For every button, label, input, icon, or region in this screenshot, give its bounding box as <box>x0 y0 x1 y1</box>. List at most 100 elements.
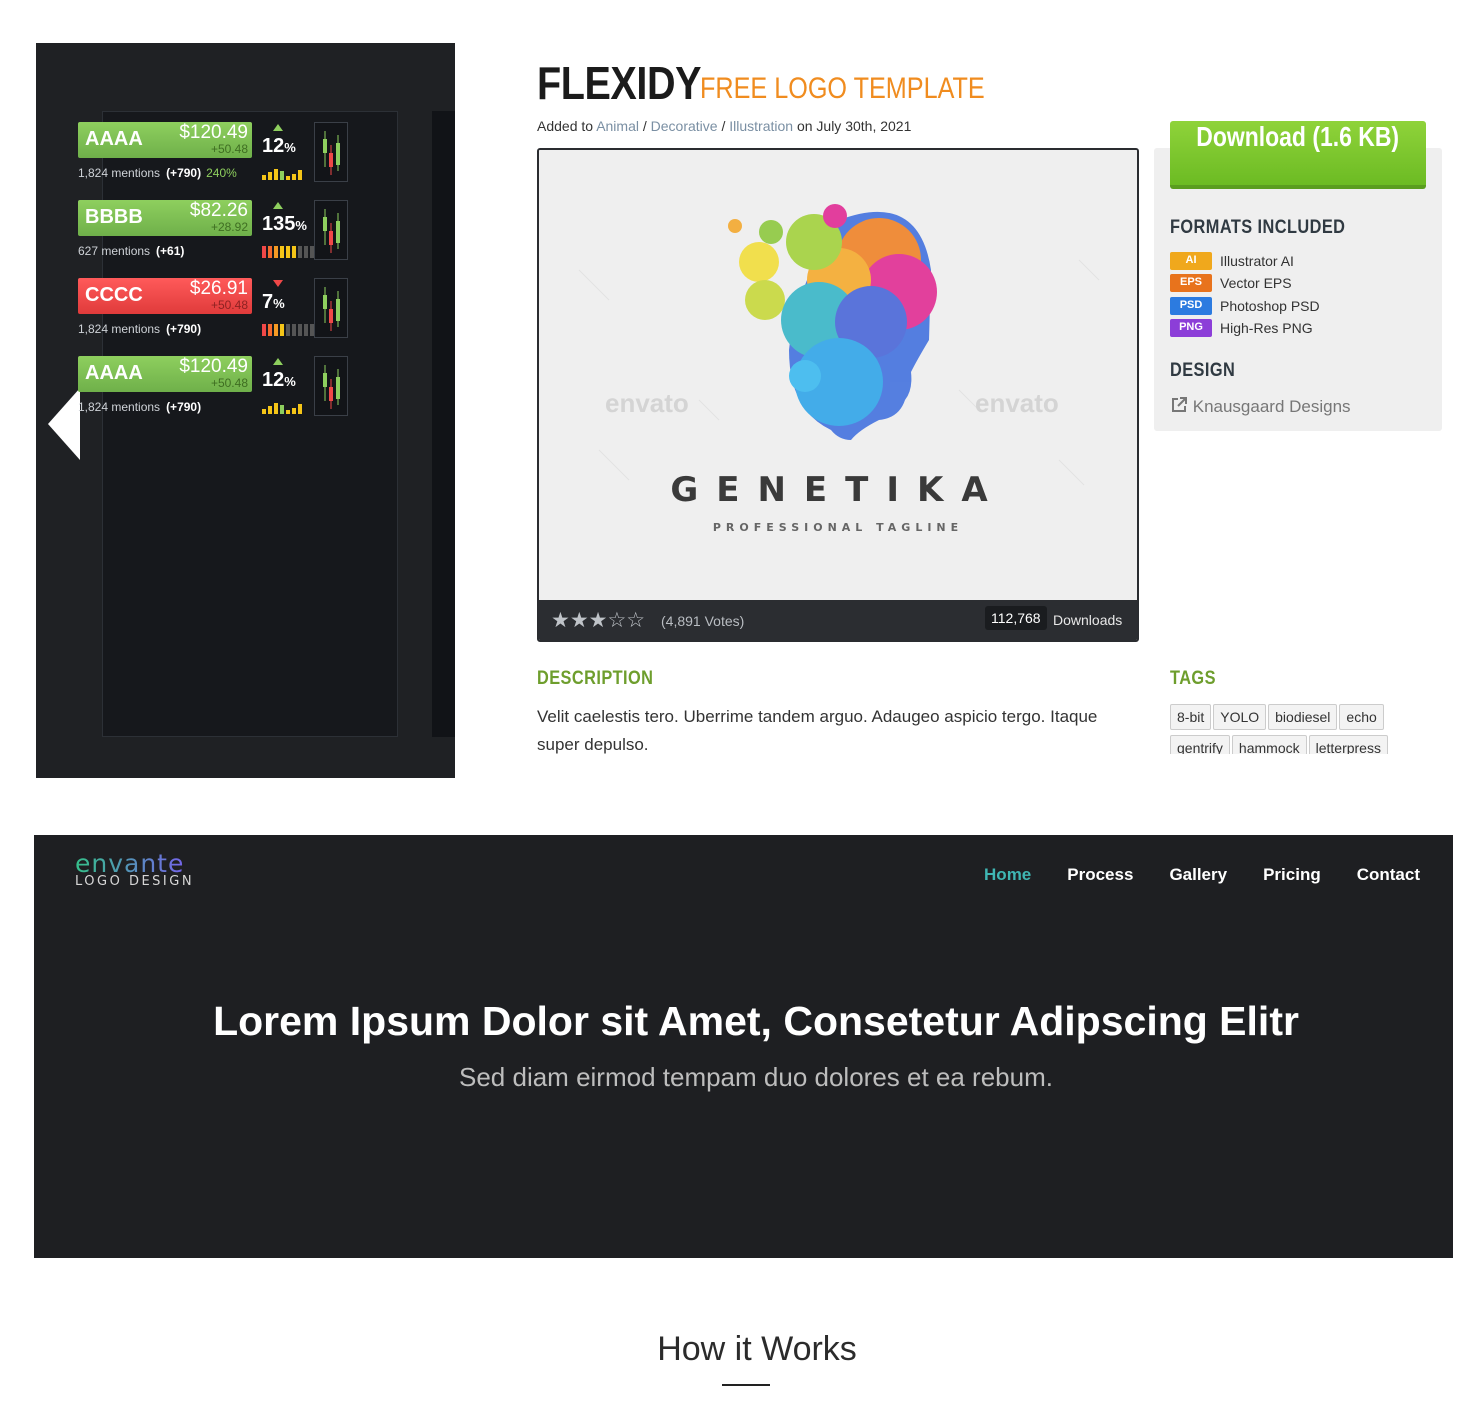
stock-row[interactable]: CCCC $26.91 +50.48 1,824 mentions (+790) 7% <box>78 278 352 344</box>
product-name: FLEXIDY <box>537 57 702 109</box>
mentions-delta: (+790) <box>166 322 202 336</box>
activity-bar <box>268 406 272 414</box>
tag-chip[interactable]: hammock <box>1231 735 1307 754</box>
nav-link-pricing[interactable]: Pricing <box>1263 865 1321 885</box>
category-link-animal[interactable]: Animal <box>596 118 639 134</box>
tag-chip[interactable]: 8-bit <box>1170 704 1212 730</box>
hero-headline: Lorem Ipsum Dolor sit Amet, Consetetur A… <box>213 998 1299 1044</box>
download-button[interactable]: Download (1.6 KB) <box>1170 121 1426 189</box>
brand-logo[interactable]: envante LOGO DESIGN <box>75 849 194 889</box>
ticker-badge[interactable]: AAAA $120.49 +50.48 <box>78 356 252 392</box>
tag-chip[interactable]: letterpress <box>1308 735 1388 754</box>
ticker-price: $120.49 <box>179 122 248 143</box>
external-link-icon <box>1172 397 1187 412</box>
nav-link-contact[interactable]: Contact <box>1357 865 1420 885</box>
previous-arrow-icon[interactable] <box>48 388 80 460</box>
votes-count: (4,891 Votes) <box>661 613 745 629</box>
tag-chip[interactable]: YOLO <box>1213 704 1267 730</box>
mentions-count: 1,824 mentions <box>78 166 161 180</box>
trend-up-icon <box>273 358 283 365</box>
activity-bar <box>262 409 266 414</box>
activity-bar <box>286 246 290 258</box>
candlestick-chart-icon[interactable] <box>314 200 348 260</box>
category-link-illustration[interactable]: Illustration <box>729 118 793 134</box>
mentions-extra: 240% <box>206 166 237 180</box>
ticker-badge[interactable]: CCCC $26.91 +50.48 <box>78 278 252 314</box>
ticker-price: $82.26 <box>189 200 248 221</box>
tag-chip[interactable]: echo <box>1339 704 1384 730</box>
activity-bar <box>298 246 302 258</box>
rating-stars-icon[interactable]: ★★★☆☆ <box>551 608 645 632</box>
mentions-line: 1,824 mentions (+790) <box>78 322 206 336</box>
trend-down-icon <box>273 280 283 287</box>
activity-bar <box>280 246 284 258</box>
format-label: Illustrator AI <box>1220 252 1294 269</box>
tag-chip[interactable]: biodiesel <box>1268 704 1338 730</box>
ticker-symbol: CCCC <box>85 284 143 306</box>
designer-name: Knausgaard Designs <box>1192 397 1351 416</box>
activity-bar <box>268 172 272 180</box>
candlestick-chart-icon[interactable] <box>314 356 348 416</box>
trend-up-icon <box>273 202 283 209</box>
percent-change: 12% <box>262 135 296 157</box>
mentions-count: 627 mentions <box>78 244 151 258</box>
activity-bar <box>292 246 296 258</box>
activity-bar <box>286 410 290 414</box>
ticker-price: $26.91 <box>189 278 248 299</box>
added-date: on July 30th, 2021 <box>796 118 912 134</box>
nav-link-home[interactable]: Home <box>984 865 1031 885</box>
activity-bar <box>298 404 302 414</box>
mentions-line: 627 mentions (+61) <box>78 244 189 258</box>
design-heading: DESIGN <box>1170 360 1236 381</box>
activity-bar <box>274 169 278 180</box>
activity-bar <box>298 170 302 180</box>
activity-bar <box>292 324 296 336</box>
ticker-change: +50.48 <box>210 376 248 390</box>
format-item: EPS Vector EPS <box>1170 272 1292 292</box>
activity-bar <box>274 246 278 258</box>
activity-bar <box>292 174 296 180</box>
nav-link-gallery[interactable]: Gallery <box>1169 865 1227 885</box>
activity-bars <box>262 402 302 414</box>
mentions-delta: (+790) <box>166 400 202 414</box>
activity-bar <box>292 408 296 414</box>
ticker-badge[interactable]: BBBB $82.26 +28.92 <box>78 200 252 236</box>
added-prefix: Added to <box>537 118 594 134</box>
hero-subheadline: Sed diam eirmod tempam duo dolores et ea… <box>459 1062 1053 1092</box>
downloads-label: Downloads <box>1053 612 1123 628</box>
format-item: PSD Photoshop PSD <box>1170 295 1320 315</box>
ticker-change: +28.92 <box>210 220 248 234</box>
ticker-price: $120.49 <box>179 356 248 377</box>
format-badge-icon: AI <box>1170 251 1212 270</box>
tag-chip[interactable]: gentrify <box>1170 735 1230 754</box>
ticker-symbol: AAAA <box>85 362 143 384</box>
stock-row[interactable]: BBBB $82.26 +28.92 627 mentions (+61) 135% <box>78 200 352 266</box>
designer-link[interactable]: Knausgaard Designs <box>1170 396 1351 417</box>
category-link-decorative[interactable]: Decorative <box>651 118 718 134</box>
ticker-symbol: AAAA <box>85 128 143 150</box>
ticker-badge[interactable]: AAAA $120.49 +50.48 <box>78 122 252 158</box>
trend-up-icon <box>273 124 283 131</box>
title-underline <box>722 1384 770 1386</box>
watermark-left: envato <box>605 388 689 418</box>
activity-bar <box>286 176 290 180</box>
activity-bar <box>262 324 266 336</box>
percent-change: 135% <box>262 213 307 235</box>
preview-stats-bar: ★★★☆☆ (4,891 Votes) 112,768 Downloads <box>539 600 1137 640</box>
candlestick-chart-icon[interactable] <box>314 122 348 182</box>
product-preview[interactable]: envato envato GENETIKA PROFESSIONAL TAGL… <box>537 148 1139 642</box>
activity-bar <box>304 324 308 336</box>
how-it-works-title: How it Works <box>657 1330 857 1368</box>
candlestick-chart-icon[interactable] <box>314 278 348 338</box>
activity-bar <box>280 171 284 180</box>
scroll-strip[interactable] <box>432 111 455 737</box>
stock-row[interactable]: AAAA $120.49 +50.48 1,824 mentions (+790) 240… <box>78 122 352 188</box>
activity-bar <box>280 324 284 336</box>
stock-row[interactable]: AAAA $120.49 +50.48 1,824 mentions (+790) 12% <box>78 356 352 422</box>
activity-bar <box>286 324 290 336</box>
nav-link-process[interactable]: Process <box>1067 865 1133 885</box>
activity-bars <box>262 324 320 336</box>
brand-subtitle: LOGO DESIGN <box>75 874 195 889</box>
ticker-change: +50.48 <box>210 298 248 312</box>
percent-change: 7% <box>262 291 285 313</box>
